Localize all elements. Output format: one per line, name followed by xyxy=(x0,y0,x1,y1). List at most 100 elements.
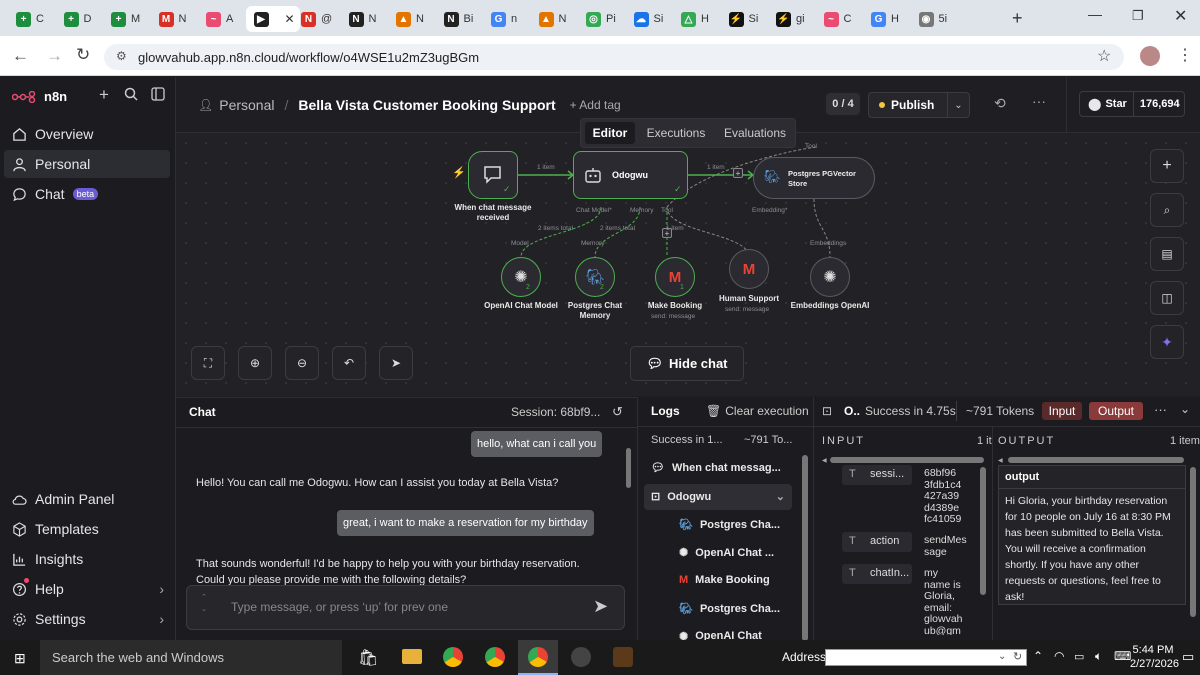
browser-tab[interactable]: ~ A xyxy=(198,6,242,32)
nav-personal[interactable]: Personal xyxy=(12,151,90,177)
publish-button[interactable]: Publish xyxy=(869,93,947,117)
add-node-button[interactable]: + xyxy=(1150,149,1184,183)
browser-tab[interactable]: ☁ Si xyxy=(626,6,670,32)
canvas-search-button[interactable]: ⌕ xyxy=(1150,193,1184,227)
tidy-up-button[interactable]: ➤ xyxy=(379,346,413,380)
ai-assistant-button[interactable]: ✦ xyxy=(1150,325,1184,359)
collapse-sidebar-icon[interactable] xyxy=(151,87,165,104)
github-star-widget[interactable]: ⬤ Star 176,694 xyxy=(1079,91,1185,117)
wifi-icon[interactable]: ◠ xyxy=(1054,649,1064,663)
publish-dropdown-icon[interactable]: ⌄ xyxy=(947,93,969,117)
browser-tab[interactable]: ◉ 5i xyxy=(911,6,955,32)
tray-chevron-icon[interactable]: ⌃ xyxy=(1033,649,1043,663)
log-item[interactable]: M Make Booking xyxy=(679,574,770,586)
browser-tab[interactable]: ▶ ✕ xyxy=(245,6,300,32)
nav-overview[interactable]: Overview xyxy=(12,121,93,147)
back-icon[interactable]: ← xyxy=(12,46,29,66)
browser-tab[interactable]: ▲ N xyxy=(531,6,575,32)
input-hscrollbar[interactable]: ◀ xyxy=(822,456,992,464)
browser-tab[interactable]: MN xyxy=(151,6,195,32)
input-vscrollbar[interactable] xyxy=(978,459,988,635)
volume-icon[interactable]: 🔈︎ xyxy=(1095,649,1102,664)
chevron-down-icon[interactable]: ⌄ xyxy=(998,651,1006,662)
chat-input[interactable]: ⌃ ⌄ Type message, or press ‘up’ for prev … xyxy=(186,585,625,630)
browser-tab[interactable]: △ H xyxy=(673,6,717,32)
browser-tab[interactable]: + C xyxy=(8,6,52,32)
browser-tab[interactable]: ◎ Pi xyxy=(578,6,622,32)
store-icon[interactable]: 🛍︎ xyxy=(358,648,378,668)
zoom-out-button[interactable]: ⊖ xyxy=(285,346,319,380)
browser-tab[interactable]: N @ xyxy=(293,6,337,32)
node-agent[interactable]: Odogwu ✓ xyxy=(573,151,688,199)
log-item[interactable]: 🐘︎ Postgres Cha... xyxy=(679,518,780,532)
side-panel-button[interactable]: ◫ xyxy=(1150,281,1184,315)
history-arrows-icon[interactable]: ⌃ ⌄ xyxy=(201,592,207,616)
undo-button[interactable]: ↶ xyxy=(332,346,366,380)
log-item[interactable]: ⊡ Odogwu ⌄ xyxy=(651,490,785,504)
log-item[interactable]: 🐘︎ Postgres Cha... xyxy=(679,602,780,616)
browser-menu-icon[interactable]: ⋮ xyxy=(1177,45,1193,65)
workflow-title[interactable]: Bella Vista Customer Booking Support xyxy=(298,97,555,113)
nav-templates[interactable]: Templates xyxy=(12,516,99,542)
hide-chat-button[interactable]: 💬︎ Hide chat xyxy=(630,346,744,381)
node-human-support[interactable]: M xyxy=(729,249,769,289)
close-window-button[interactable]: ✕ xyxy=(1174,6,1187,26)
nav-help[interactable]: Help › xyxy=(12,576,164,602)
nav-chat[interactable]: Chat beta xyxy=(12,181,99,207)
browser-tab[interactable]: ⚡ Si xyxy=(721,6,765,32)
input-toggle-button[interactable]: Input xyxy=(1042,402,1082,420)
send-icon[interactable]: ➤ xyxy=(593,596,608,617)
nav-insights[interactable]: Insights xyxy=(12,546,83,572)
app-icon[interactable] xyxy=(613,647,633,667)
clock[interactable]: 5:44 PM 2/27/2026 xyxy=(1130,643,1179,671)
chat-scrollbar[interactable] xyxy=(623,430,633,582)
log-item[interactable]: ✺ OpenAI Chat ... xyxy=(679,546,774,560)
node-openai-model[interactable]: ✺ 2 xyxy=(501,257,541,297)
output-toggle-button[interactable]: Output xyxy=(1089,402,1143,420)
file-explorer-icon[interactable] xyxy=(402,649,422,664)
clear-execution-button[interactable]: 🗑︎ Clear execution xyxy=(706,404,809,418)
workflow-canvas[interactable]: Editor Executions Evaluations ⚡ ✓ When c… xyxy=(176,118,1200,396)
address-toolbar-input[interactable]: ⌄ ↻ xyxy=(825,649,1027,666)
browser-tab[interactable]: ⚡ gi xyxy=(768,6,812,32)
browser-tab[interactable]: NN xyxy=(341,6,385,32)
url-field[interactable]: ⚙ glowvahub.app.n8n.cloud/workflow/o4WSE… xyxy=(104,44,1124,70)
version-counter[interactable]: 0 / 4 xyxy=(826,93,860,115)
profile-avatar[interactable] xyxy=(1140,46,1160,66)
browser-tab[interactable]: GH xyxy=(863,6,907,32)
zoom-in-button[interactable]: ⊕ xyxy=(238,346,272,380)
chevron-down-icon[interactable]: ⌄ xyxy=(1180,402,1190,416)
log-item[interactable]: ✺ OpenAI Chat xyxy=(679,630,762,640)
node-chat-memory[interactable]: 🐘︎ 2 xyxy=(575,257,615,297)
output-hscrollbar[interactable]: ◀ xyxy=(998,456,1194,464)
more-options-icon[interactable]: ··· xyxy=(1032,93,1046,109)
restore-button[interactable]: ❐ xyxy=(1132,8,1144,24)
browser-tab[interactable]: ~ C xyxy=(816,6,860,32)
minimize-button[interactable]: — xyxy=(1088,6,1102,22)
search-icon[interactable] xyxy=(124,87,138,104)
history-icon[interactable]: ⟲ xyxy=(994,95,1006,112)
chrome-icon[interactable] xyxy=(485,647,505,667)
battery-icon[interactable]: ▭ xyxy=(1074,650,1084,663)
forward-icon[interactable]: → xyxy=(46,46,63,66)
browser-tab[interactable]: ▲ N xyxy=(388,6,432,32)
windows-start-icon[interactable]: ⊞ xyxy=(14,650,26,667)
keyboard-icon[interactable]: ⌨ xyxy=(1114,649,1131,663)
app-icon[interactable] xyxy=(571,647,591,667)
node-chat-trigger[interactable]: ✓ xyxy=(468,151,518,199)
site-info-icon[interactable]: ⚙ xyxy=(116,49,127,63)
new-tab-button[interactable]: + xyxy=(1012,8,1023,29)
chrome-active-task[interactable] xyxy=(518,640,558,675)
browser-tab[interactable]: + D xyxy=(56,6,100,32)
add-tag-button[interactable]: + Add tag xyxy=(570,98,621,112)
brand[interactable]: n8n xyxy=(12,89,67,104)
browser-tab[interactable]: + M xyxy=(103,6,147,32)
breadcrumb-project[interactable]: Personal xyxy=(219,97,274,113)
chrome-icon[interactable] xyxy=(443,647,463,667)
browser-tab[interactable]: N Bi xyxy=(436,6,480,32)
sticky-note-button[interactable]: ▤ xyxy=(1150,237,1184,271)
add-icon[interactable]: + xyxy=(99,85,109,105)
node-embeddings[interactable]: ✺ xyxy=(810,257,850,297)
logs-scrollbar[interactable] xyxy=(800,429,810,641)
taskbar-search[interactable]: Search the web and Windows xyxy=(40,640,342,675)
